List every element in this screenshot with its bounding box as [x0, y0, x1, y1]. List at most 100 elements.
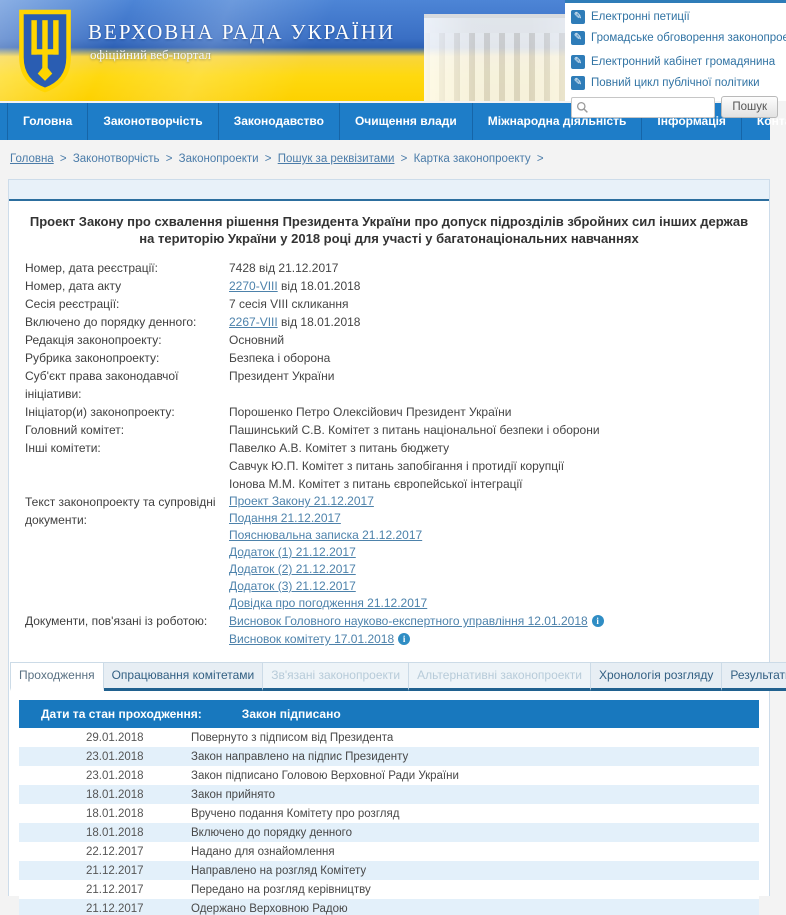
nav-item[interactable]: Головна	[7, 103, 89, 140]
quick-link[interactable]: Електронні петиції	[591, 11, 690, 23]
row-date: 23.01.2018	[86, 750, 144, 763]
bill-field-row: Номер, дата реєстрації: 7428 від 21.12.20…	[25, 259, 769, 277]
search-row: Пошук	[571, 96, 778, 118]
field-value-line: Проект Закону 21.12.2017	[229, 493, 769, 510]
field-value-line: Основний	[229, 333, 285, 347]
document-link[interactable]: Додаток (2) 21.12.2017	[229, 562, 356, 576]
document-link[interactable]: 2270-VIII	[229, 279, 278, 293]
field-value: Президент України	[229, 367, 769, 403]
field-value: Пашинський С.В. Комітет з питань націона…	[229, 421, 769, 439]
row-status: Включено до порядку денного	[191, 826, 353, 839]
bill-field-row: Головний комітет: Пашинський С.В. Комітет…	[25, 421, 769, 439]
breadcrumb-item: Законопроекти	[178, 153, 259, 165]
breadcrumb-separator: >	[261, 153, 275, 165]
nav-item[interactable]: Очищення влади	[340, 103, 473, 140]
quick-link[interactable]: Громадське обговорення законопроектів	[591, 32, 786, 44]
field-value-text: від 18.01.2018	[277, 279, 361, 293]
table-header-status: Закон підписано	[241, 707, 341, 721]
breadcrumb-separator: >	[162, 153, 176, 165]
field-value: Безпека і оборона	[229, 349, 769, 367]
field-value-line: Висновок Головного науково-експертного у…	[229, 612, 769, 630]
breadcrumb-separator: >	[56, 153, 70, 165]
bill-field-row: Редакція законопроекту: Основний	[25, 331, 769, 349]
bill-field-row: Суб'єкт права законодавчої ініціативи: Пр…	[25, 367, 769, 403]
field-value-line: Порошенко Петро Олексійович Президент Ук…	[229, 405, 512, 419]
row-status: Закон підписано Головою Верховної Ради У…	[191, 769, 459, 782]
field-value-line: Довідка про погодження 21.12.2017	[229, 595, 769, 612]
field-value-line: 7428 від 21.12.2017	[229, 261, 339, 275]
row-date: 23.01.2018	[86, 769, 144, 782]
breadcrumb: Головна > Законотворчість > Законопроект…	[10, 153, 786, 165]
field-value: 7428 від 21.12.2017	[229, 259, 769, 277]
field-label: Суб'єкт права законодавчої ініціативи:	[25, 369, 179, 401]
field-value: Павелко А.В. Комітет з питань бюджету Сав…	[229, 439, 769, 493]
bill-field-row: Текст законопроекту та супровідні докуме…	[25, 493, 769, 612]
progress-table: Дати та стан проходження: Закон підписан…	[19, 700, 759, 915]
field-value-line: 7 сесія VIII скликання	[229, 297, 349, 311]
field-label: Текст законопроекту та супровідні докуме…	[25, 495, 216, 527]
field-label: Включено до порядку денного:	[25, 315, 197, 329]
search-icon	[576, 101, 588, 113]
tab-enabled[interactable]: Опрацювання комітетами	[103, 662, 264, 691]
table-row: 18.01.2018 Закон прийнято	[19, 785, 759, 804]
field-value-line: Висновок комітету 17.01.2018 i	[229, 630, 769, 648]
info-icon[interactable]: i	[398, 633, 411, 645]
document-link[interactable]: Довідка про погодження 21.12.2017	[229, 596, 427, 610]
row-status: Направлено на розгляд Комітету	[191, 864, 367, 877]
tab-enabled[interactable]: Хронологія розгляду	[591, 662, 723, 691]
table-row: 29.01.2018 Повернуто з підписом від Прези…	[19, 728, 759, 747]
field-value-line: Подання 21.12.2017	[229, 510, 769, 527]
field-label: Сесія реєстрації:	[25, 297, 120, 311]
row-date: 29.01.2018	[86, 731, 144, 744]
document-link[interactable]: Висновок комітету 17.01.2018	[229, 632, 394, 646]
field-value-line: Безпека і оборона	[229, 351, 331, 365]
field-value: Порошенко Петро Олексійович Президент Ук…	[229, 403, 769, 421]
field-label: Документи, пов'язані із роботою:	[25, 614, 208, 628]
row-date: 22.12.2017	[86, 845, 144, 858]
bill-field-row: Сесія реєстрації: 7 сесія VIII скликання	[25, 295, 769, 313]
document-link[interactable]: Висновок Головного науково-експертного у…	[229, 614, 588, 628]
quick-link[interactable]: Повний цикл публічної політики	[591, 77, 760, 89]
field-label: Рубрика законопроекту:	[25, 351, 160, 365]
document-link[interactable]: Пояснювальна записка 21.12.2017	[229, 528, 422, 542]
row-date: 18.01.2018	[86, 826, 144, 839]
field-value-line: Додаток (1) 21.12.2017	[229, 544, 769, 561]
breadcrumb-link[interactable]: Головна	[10, 153, 54, 165]
progress-table-header: Дати та стан проходження: Закон підписан…	[19, 700, 759, 728]
parliament-building-image	[424, 14, 565, 101]
quick-link[interactable]: Електронний кабінет громадянина	[591, 56, 775, 68]
edit-icon: ✎	[571, 76, 585, 90]
search-input[interactable]	[592, 101, 711, 113]
tab-disabled: Зв'язані законопроекти	[263, 662, 410, 691]
search-box[interactable]	[571, 96, 716, 118]
document-link[interactable]: Додаток (1) 21.12.2017	[229, 545, 356, 559]
edit-icon: ✎	[571, 10, 585, 24]
bill-fields: Номер, дата реєстрації: 7428 від 21.12.20…	[9, 255, 769, 648]
document-link[interactable]: Подання 21.12.2017	[229, 511, 341, 525]
field-value-line: Іонова М.М. Комітет з питань європейсько…	[229, 477, 523, 491]
nav-item[interactable]: Законотворчість	[88, 103, 219, 140]
breadcrumb-separator: >	[533, 153, 544, 165]
quick-link-item: ✎ Повний цикл публічної політики	[571, 74, 778, 92]
bill-field-row: Включено до порядку денного: 2267-VIII ві…	[25, 313, 769, 331]
nav-item[interactable]: Законодавство	[219, 103, 340, 140]
document-link[interactable]: Додаток (3) 21.12.2017	[229, 579, 356, 593]
tab-enabled[interactable]: Результати голосування	[722, 662, 786, 691]
row-date: 18.01.2018	[86, 807, 144, 820]
breadcrumb-link[interactable]: Пошук за реквізитами	[278, 153, 395, 165]
row-status: Закон прийнято	[191, 788, 276, 801]
search-button[interactable]: Пошук	[721, 96, 778, 118]
info-icon[interactable]: i	[591, 615, 604, 627]
table-row: 23.01.2018 Закон підписано Головою Верхов…	[19, 766, 759, 785]
bill-field-row: Ініціатор(и) законопроекту: Порошенко Пет…	[25, 403, 769, 421]
field-value-line: 2267-VIII від 18.01.2018	[229, 313, 769, 331]
document-link[interactable]: 2267-VIII	[229, 315, 278, 329]
field-value-line: Савчук Ю.П. Комітет з питань запобігання…	[229, 459, 565, 473]
quick-links: ✎ Електронні петиції ✎ Громадське обговорен…	[571, 8, 786, 92]
document-link[interactable]: Проект Закону 21.12.2017	[229, 494, 374, 508]
row-date: 18.01.2018	[86, 788, 144, 801]
table-row: 18.01.2018 Вручено подання Комітету про р…	[19, 804, 759, 823]
field-value: 2267-VIII від 18.01.2018	[229, 313, 769, 331]
tab-active[interactable]: Проходження	[10, 662, 104, 691]
field-value: Проект Закону 21.12.2017 Подання 21.12.20…	[229, 493, 769, 612]
